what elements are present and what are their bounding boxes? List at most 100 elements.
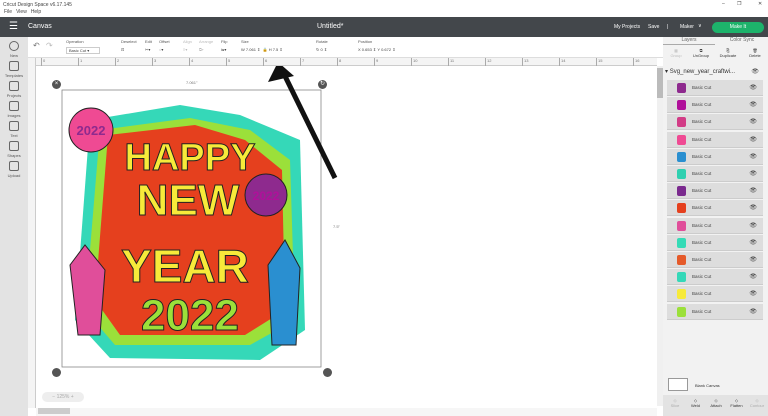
eye-icon[interactable]: 👁 (749, 170, 757, 177)
layer-item[interactable]: Basic Cut 👁 (667, 286, 763, 303)
rotate-handle-icon[interactable]: ↻ (318, 80, 327, 89)
sidebar-item-new[interactable]: New (0, 41, 28, 58)
layer-item[interactable]: Basic Cut 👁 (667, 131, 763, 148)
group-button[interactable]: ▦ Group (665, 48, 687, 58)
layer-item[interactable]: Basic Cut 👁 (667, 234, 763, 251)
arrange-button[interactable]: Arrange ⧉▾ (199, 39, 213, 52)
ruler-tick-label: 13 (522, 58, 528, 66)
align-button[interactable]: Align ≡▾ (183, 39, 192, 52)
redo-button[interactable]: ↷ (46, 41, 53, 50)
eye-icon[interactable]: 👁 (749, 273, 757, 280)
layer-item[interactable]: Basic Cut 👁 (667, 183, 763, 200)
design-canvas[interactable]: HAPPY NEW YEAR 2022 2022 2022 7.061" 7.5… (36, 66, 657, 406)
horizontal-scrollbar[interactable] (36, 408, 657, 416)
slice-button[interactable]: ◇ Slice (665, 398, 685, 408)
text-icon (9, 121, 19, 131)
eye-icon[interactable]: 👁 (749, 187, 757, 194)
layer-item[interactable]: Basic Cut 👁 (667, 166, 763, 182)
edit-button[interactable]: Edit ✂▾ (145, 39, 152, 52)
arrow-head (268, 66, 294, 82)
attach-button[interactable]: ◇ Attach (706, 398, 726, 408)
layer-thumbnail (677, 237, 686, 248)
save-link[interactable]: Save (648, 24, 659, 30)
eye-icon[interactable]: 👁 (749, 101, 757, 108)
weld-button[interactable]: ◇ Weld (686, 398, 706, 408)
art-text-year: YEAR (121, 240, 249, 292)
eye-icon[interactable]: 👁 (749, 222, 757, 229)
delete-handle-icon[interactable]: × (52, 80, 61, 89)
rotate-input[interactable]: 0 (320, 47, 322, 52)
minimize-button[interactable]: – (722, 1, 725, 7)
menu-help[interactable]: Help (31, 9, 41, 15)
contour-button[interactable]: ◇ Contour (747, 398, 767, 408)
layer-item[interactable]: Basic Cut 👁 (667, 252, 763, 268)
width-input[interactable]: 7.061 (246, 47, 256, 52)
layer-item[interactable]: Basic Cut 👁 (667, 97, 763, 114)
layer-item[interactable]: Basic Cut 👁 (667, 80, 763, 96)
flip-button[interactable]: Flip ⇋▾ (221, 39, 227, 52)
lock-handle-icon[interactable] (52, 368, 61, 377)
my-projects-link[interactable]: My Projects (614, 24, 640, 30)
separator: | (667, 24, 669, 30)
offset-button[interactable]: Offset ◌▾ (159, 39, 170, 52)
sidebar-item-label: Images (7, 113, 21, 118)
zoom-in-button[interactable]: + (71, 394, 74, 400)
x-input[interactable]: 0.653 (362, 47, 372, 52)
ruler-tick-label: 3 (152, 58, 156, 66)
deselect-button[interactable]: Deselect ⊡ (121, 39, 137, 52)
layer-thumbnail (677, 289, 686, 300)
eye-icon[interactable]: 👁 (751, 68, 759, 75)
zoom-out-button[interactable]: − (52, 394, 55, 400)
eye-icon[interactable]: 👁 (749, 256, 757, 263)
layer-item[interactable]: Basic Cut 👁 (667, 148, 763, 165)
design-artwork[interactable]: HAPPY NEW YEAR 2022 2022 2022 (61, 89, 322, 368)
eye-icon[interactable]: 👁 (749, 153, 757, 160)
close-window-button[interactable]: ✕ (758, 1, 762, 7)
layer-item[interactable]: Basic Cut 👁 (667, 200, 763, 217)
eye-icon[interactable]: 👁 (749, 84, 757, 91)
height-input[interactable]: 7.5 (273, 47, 279, 52)
ungroup-button[interactable]: ⧉ UnGroup (689, 48, 713, 58)
duplicate-button[interactable]: ⎘ Duplicate (715, 48, 741, 58)
sidebar-item-text[interactable]: Text (0, 121, 28, 138)
menu-view[interactable]: View (16, 9, 27, 15)
machine-select[interactable]: Maker (680, 24, 694, 30)
sidebar-item-images[interactable]: Images (0, 101, 28, 118)
make-it-button[interactable]: Make It (712, 22, 764, 33)
sidebar-item-upload[interactable]: Upload (0, 161, 28, 178)
chevron-down-icon[interactable]: ∨ (698, 23, 702, 29)
tab-layers[interactable]: Layers (663, 37, 715, 45)
layer-item[interactable]: Basic Cut 👁 (667, 303, 763, 320)
position-group: Position X 0.653 ⇕ Y 0.672 ⇕ (358, 39, 396, 52)
ruler-tick-label: 9 (374, 58, 378, 66)
layer-item[interactable]: Basic Cut 👁 (667, 269, 763, 286)
menu-file[interactable]: File (4, 9, 12, 15)
eye-icon[interactable]: 👁 (749, 118, 757, 125)
restore-button[interactable]: ❐ (737, 1, 741, 7)
layer-item[interactable]: Basic Cut 👁 (667, 114, 763, 131)
eye-icon[interactable]: 👁 (749, 290, 757, 297)
layer-label: Basic Cut (692, 85, 712, 90)
eye-icon[interactable]: 👁 (749, 239, 757, 246)
layer-group-header[interactable]: ▾ Svg_new_year_craftwi... 👁 (665, 68, 763, 78)
eye-icon[interactable]: 👁 (749, 136, 757, 143)
layer-item[interactable]: Basic Cut 👁 (667, 217, 763, 234)
undo-button[interactable]: ↶ (33, 41, 40, 50)
tab-color-sync[interactable]: Color Sync (716, 37, 768, 45)
flatten-button[interactable]: ◇ Flatten (727, 398, 747, 408)
resize-handle-icon[interactable] (323, 368, 332, 377)
blank-canvas-swatch[interactable] (668, 378, 688, 391)
y-input[interactable]: 0.672 (381, 47, 391, 52)
hamburger-menu-icon[interactable]: ☰ (9, 21, 18, 32)
sidebar-item-projects[interactable]: Projects (0, 81, 28, 98)
sidebar-item-shapes[interactable]: Shapes (0, 141, 28, 158)
sidebar-item-templates[interactable]: Templates (0, 61, 28, 78)
ruler-tick-label: 2 (115, 58, 119, 66)
operation-select[interactable]: Basic Cut ▾ (66, 47, 100, 54)
art-text-2022: 2022 (141, 291, 239, 340)
delete-button[interactable]: 🗑 Delete (743, 48, 767, 58)
eye-icon[interactable]: 👁 (749, 308, 757, 315)
edit-toolbar: ↶ ↷ Operation Basic Cut ▾ Deselect ⊡ Edit ✂… (28, 37, 663, 58)
rotate-group: Rotate ↻ 0 ⇕ (316, 39, 328, 52)
eye-icon[interactable]: 👁 (749, 204, 757, 211)
